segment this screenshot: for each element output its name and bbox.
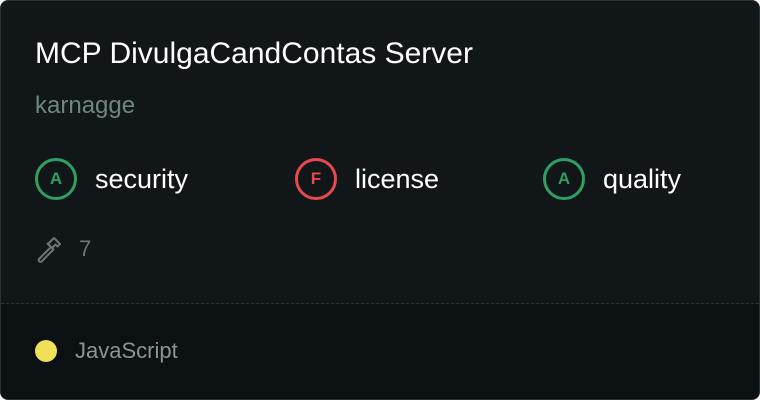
quality-grade: A quality <box>543 156 681 202</box>
language-color-dot <box>35 340 57 362</box>
footer-divider <box>1 303 759 304</box>
security-grade-badge: A <box>35 158 77 200</box>
tools-count: 7 <box>35 233 91 265</box>
quality-grade-badge: A <box>543 158 585 200</box>
hammer-icon <box>37 237 61 263</box>
language-name: JavaScript <box>75 338 178 363</box>
security-grade: A security <box>35 156 188 202</box>
quality-label: quality <box>603 164 682 194</box>
license-grade: F license <box>295 156 439 202</box>
license-grade-badge: F <box>295 158 337 200</box>
license-label: license <box>355 164 440 194</box>
tools-count-value: 7 <box>79 236 92 261</box>
server-title[interactable]: MCP DivulgaCandContas Server <box>35 35 473 73</box>
author-name[interactable]: karnagge <box>35 90 135 122</box>
language-indicator: JavaScript <box>35 335 178 367</box>
server-card[interactable]: MCP DivulgaCandContas Server karnagge A … <box>0 0 760 400</box>
security-label: security <box>95 164 189 194</box>
